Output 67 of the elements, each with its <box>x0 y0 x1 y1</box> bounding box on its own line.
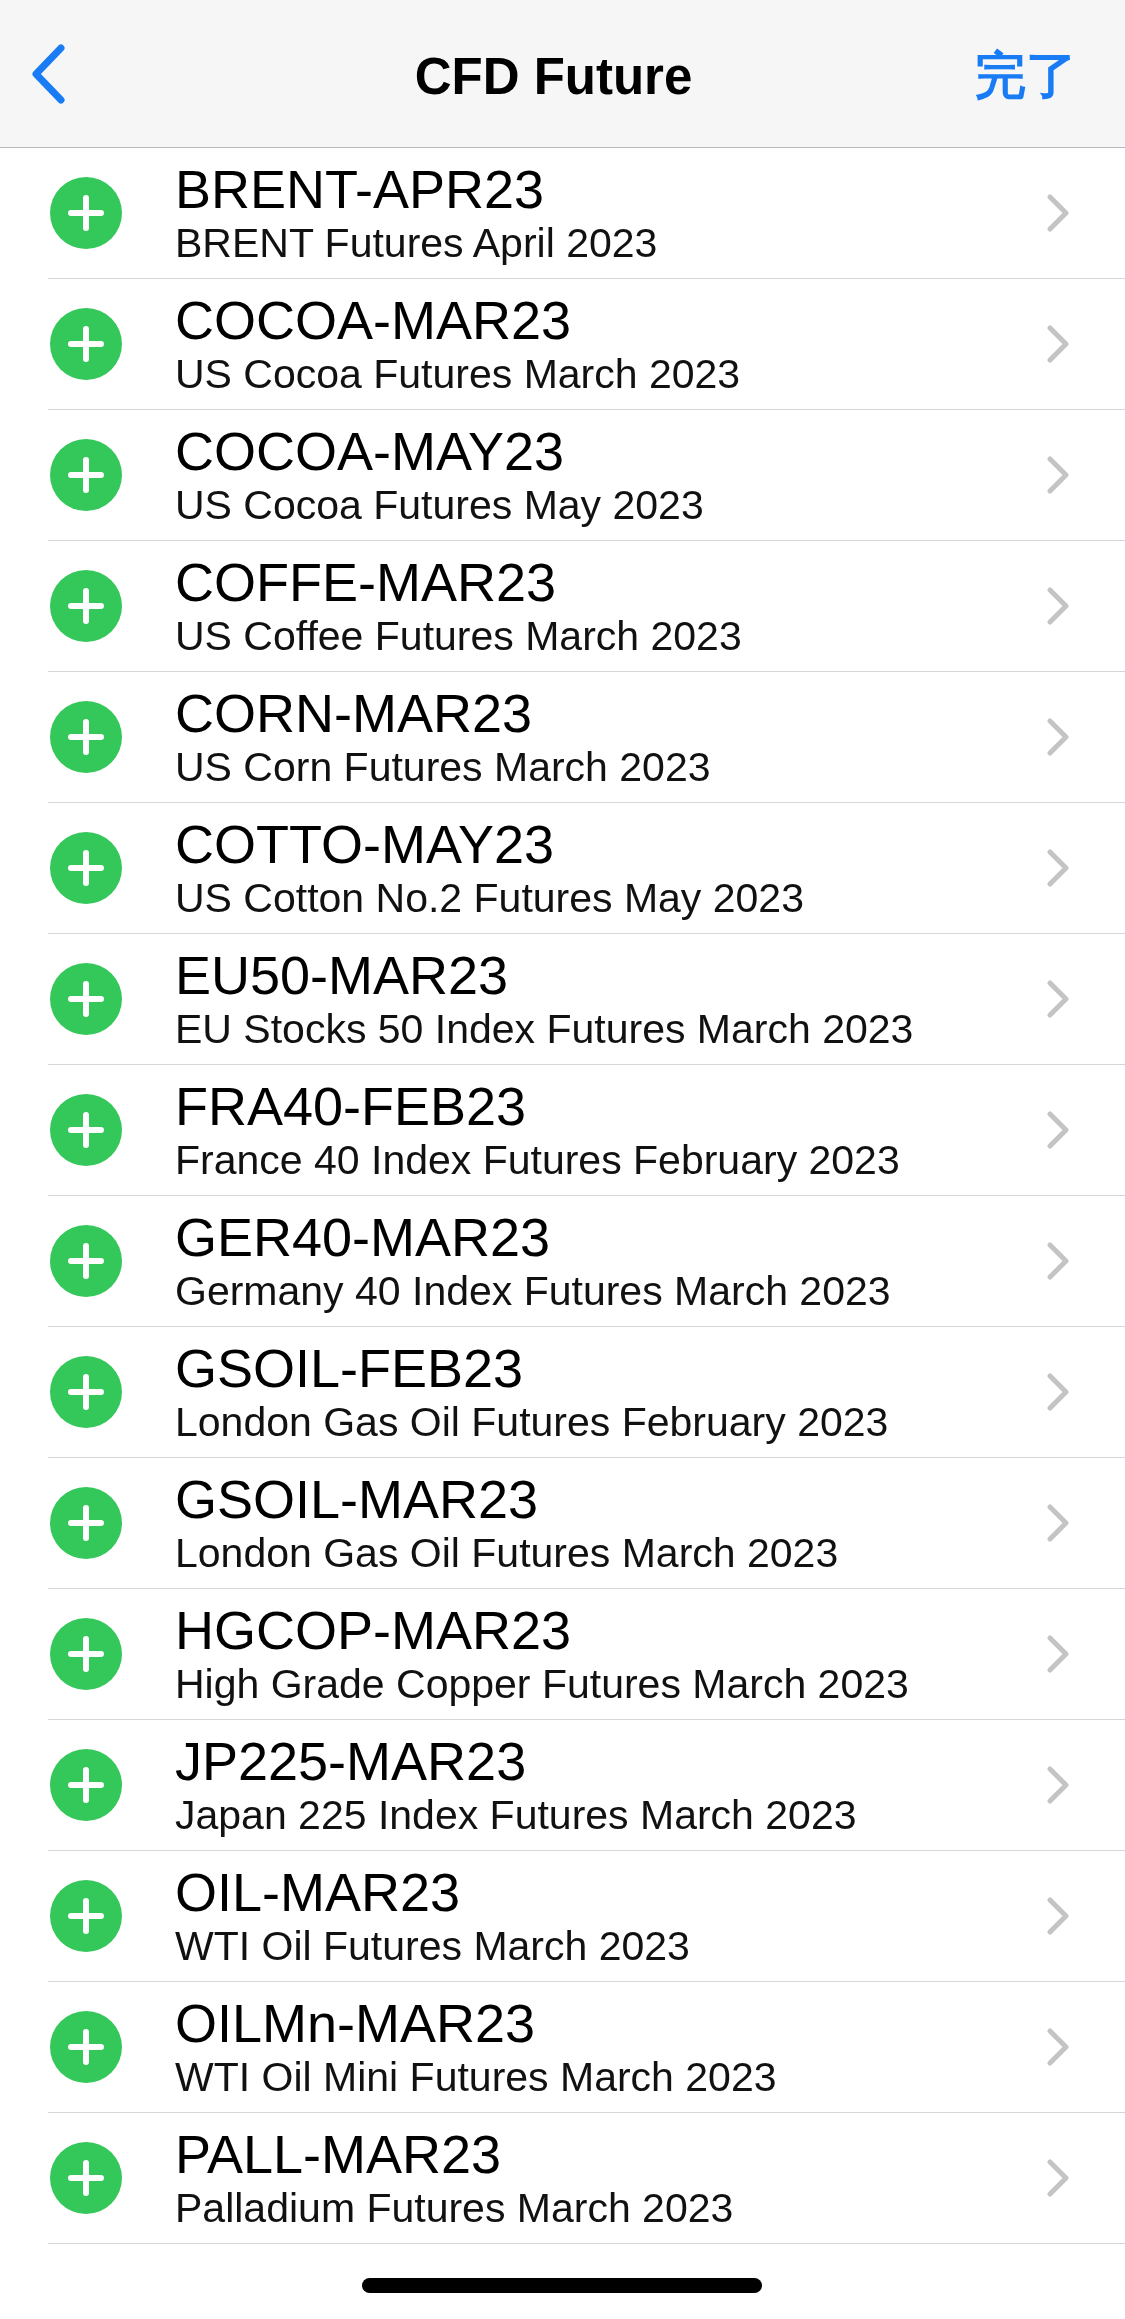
add-icon[interactable] <box>50 1749 122 1821</box>
chevron-right-icon[interactable] <box>1047 1373 1069 1411</box>
add-icon[interactable] <box>50 1225 122 1297</box>
contract-symbol: GSOIL-MAR23 <box>175 1469 539 1529</box>
contract-description: High Grade Copper Futures March 2023 <box>175 1660 909 1708</box>
contract-description: France 40 Index Futures February 2023 <box>175 1136 900 1184</box>
chevron-right-icon[interactable] <box>1047 1897 1069 1935</box>
contract-symbol: COFFE-MAR23 <box>175 552 557 612</box>
contract-symbol: FRA40-FEB23 <box>175 1076 527 1136</box>
contract-description: BRENT Futures April 2023 <box>175 219 658 267</box>
contract-description: US Cocoa Futures May 2023 <box>175 481 704 529</box>
contract-description: WTI Oil Futures March 2023 <box>175 1922 690 1970</box>
chevron-right-icon[interactable] <box>1047 325 1069 363</box>
contract-symbol: HGCOP-MAR23 <box>175 1600 572 1660</box>
screen-title: CFD Future <box>414 47 693 106</box>
contract-symbol: OILMn-MAR23 <box>175 1993 536 2053</box>
contract-symbol: CORN-MAR23 <box>175 683 533 743</box>
chevron-right-icon[interactable] <box>1047 849 1069 887</box>
add-icon[interactable] <box>50 832 122 904</box>
contract-description: London Gas Oil Futures February 2023 <box>175 1398 889 1446</box>
contract-description: WTI Oil Mini Futures March 2023 <box>175 2053 777 2101</box>
contract-symbol: COTTO-MAY23 <box>175 814 555 874</box>
contract-symbol: COCOA-MAR23 <box>175 290 572 350</box>
chevron-right-icon[interactable] <box>1047 2159 1069 2197</box>
contract-symbol: GSOIL-FEB23 <box>175 1338 524 1398</box>
contract-symbol: JP225-MAR23 <box>175 1731 527 1791</box>
add-icon[interactable] <box>50 1094 122 1166</box>
contract-symbol: EU50-MAR23 <box>175 945 509 1005</box>
back-icon[interactable] <box>30 42 66 105</box>
add-icon[interactable] <box>50 439 122 511</box>
contract-symbol: GER40-MAR23 <box>175 1207 551 1267</box>
contract-symbol: BRENT-APR23 <box>175 159 545 219</box>
contract-symbol: OIL-MAR23 <box>175 1862 461 1922</box>
contract-description: US Cocoa Futures March 2023 <box>175 350 741 398</box>
add-icon[interactable] <box>50 2142 122 2214</box>
chevron-right-icon[interactable] <box>1047 980 1069 1018</box>
chevron-right-icon[interactable] <box>1047 718 1069 756</box>
add-icon[interactable] <box>50 1618 122 1690</box>
contract-description: US Cotton No.2 Futures May 2023 <box>175 874 804 922</box>
chevron-right-icon[interactable] <box>1047 2028 1069 2066</box>
chevron-right-icon[interactable] <box>1047 1504 1069 1542</box>
add-icon[interactable] <box>50 177 122 249</box>
contract-symbol: COCOA-MAY23 <box>175 421 565 481</box>
contract-description: London Gas Oil Futures March 2023 <box>175 1529 839 1577</box>
chevron-right-icon[interactable] <box>1047 1242 1069 1280</box>
chevron-right-icon[interactable] <box>1047 1635 1069 1673</box>
add-icon[interactable] <box>50 1356 122 1428</box>
add-icon[interactable] <box>50 1880 122 1952</box>
add-icon[interactable] <box>50 1487 122 1559</box>
chevron-right-icon[interactable] <box>1047 1111 1069 1149</box>
add-icon[interactable] <box>50 570 122 642</box>
chevron-right-icon[interactable] <box>1047 456 1069 494</box>
contract-description: EU Stocks 50 Index Futures March 2023 <box>175 1005 914 1053</box>
add-icon[interactable] <box>50 963 122 1035</box>
contract-symbol: PALL-MAR23 <box>175 2124 502 2184</box>
contract-description: US Corn Futures March 2023 <box>175 743 711 791</box>
add-icon[interactable] <box>50 701 122 773</box>
chevron-right-icon[interactable] <box>1047 194 1069 232</box>
contract-description: Japan 225 Index Futures March 2023 <box>175 1791 857 1839</box>
done-button[interactable]: 完了 <box>975 42 1077 111</box>
contract-description: Germany 40 Index Futures March 2023 <box>175 1267 891 1315</box>
contract-description: Palladium Futures March 2023 <box>175 2184 734 2232</box>
chevron-right-icon[interactable] <box>1047 587 1069 625</box>
chevron-right-icon[interactable] <box>1047 1766 1069 1804</box>
add-icon[interactable] <box>50 2011 122 2083</box>
contract-description: US Coffee Futures March 2023 <box>175 612 742 660</box>
add-icon[interactable] <box>50 308 122 380</box>
